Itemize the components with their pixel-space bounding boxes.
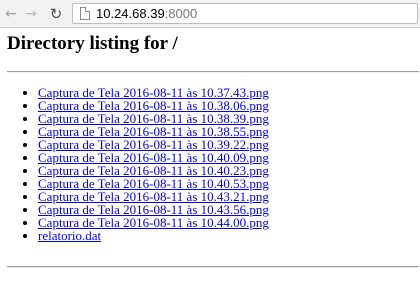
list-item: relatorio.dat [38,229,269,242]
url-port: :8000 [164,6,198,21]
file-list: Captura de Tela 2016-08-11 às 10.37.43.p… [22,86,269,242]
divider-bottom [7,266,419,268]
forward-arrow-icon[interactable]: → [22,5,40,23]
address-bar-url[interactable]: 10.24.68.39:8000 [96,4,197,23]
url-host: 10.24.68.39 [96,6,165,21]
browser-toolbar: ← → ↻ 10.24.68.39:8000 [0,0,420,28]
page-icon [80,7,90,20]
page-title: Directory listing for / [7,33,178,54]
divider-top [7,71,419,73]
address-bar[interactable]: 10.24.68.39:8000 [72,3,418,24]
back-arrow-icon[interactable]: ← [2,5,20,23]
reload-icon[interactable]: ↻ [47,5,65,23]
file-link[interactable]: relatorio.dat [38,228,101,243]
